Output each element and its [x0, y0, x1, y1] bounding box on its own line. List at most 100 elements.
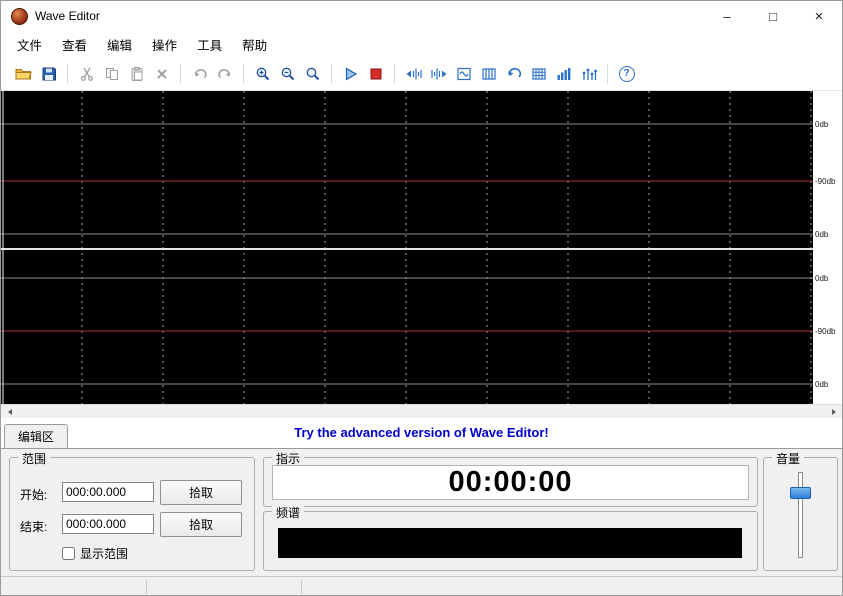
selection-start-button[interactable] [401, 62, 426, 86]
close-button[interactable]: × [796, 1, 842, 31]
zoom-reset-button[interactable] [300, 62, 325, 86]
undo-button[interactable] [187, 62, 212, 86]
grid-button[interactable] [526, 62, 551, 86]
minimize-button[interactable]: – [704, 1, 750, 31]
start-time-input[interactable] [62, 482, 154, 502]
waveform-display[interactable] [1, 91, 813, 404]
tabstrip: 编辑区 Try the advanced version of Wave Edi… [1, 418, 842, 448]
open-folder-icon [15, 66, 32, 82]
scroll-right-button[interactable] [826, 405, 841, 418]
help-icon: ? [619, 66, 635, 82]
toolbar-separator [180, 64, 181, 84]
db-label: -90db [815, 177, 835, 186]
play-button[interactable] [338, 62, 363, 86]
db-scale-column: 0db -90db 0db 0db -90db 0db [813, 91, 843, 404]
show-range-row: 显示范围 [62, 545, 128, 562]
toolbar-separator [394, 64, 395, 84]
volume-group: 音量 [763, 457, 838, 571]
waveform-grid [1, 91, 813, 404]
statusbar-separator [146, 580, 147, 594]
app-logo-icon [11, 8, 28, 25]
horizontal-scrollbar[interactable] [1, 404, 842, 418]
time-value: 00:00:00 [448, 466, 572, 499]
show-range-checkbox[interactable] [62, 547, 75, 560]
cut-button[interactable] [74, 62, 99, 86]
spectrum-group: 频谱 [263, 511, 758, 571]
selection-end-icon [430, 66, 448, 82]
undo-icon [192, 66, 208, 82]
zoom-in-button[interactable] [250, 62, 275, 86]
cut-icon [79, 66, 95, 82]
help-button[interactable]: ? [614, 62, 639, 86]
volume-slider-thumb[interactable] [790, 487, 811, 499]
comb-filter-button[interactable] [476, 62, 501, 86]
scroll-left-icon [8, 409, 12, 415]
zoom-out-button[interactable] [275, 62, 300, 86]
window-controls: – □ × [704, 1, 842, 31]
menu-help[interactable]: 帮助 [232, 32, 277, 57]
grid-icon [531, 66, 547, 82]
copy-icon [104, 66, 120, 82]
redo-button[interactable] [212, 62, 237, 86]
stem-chart-button[interactable] [576, 62, 601, 86]
db-label: 0db [815, 120, 828, 129]
stem-chart-icon [581, 66, 597, 82]
range-group-title: 范围 [18, 450, 50, 467]
edit-wave-icon [456, 66, 472, 82]
zoom-reset-icon [305, 66, 321, 82]
scroll-right-icon [832, 409, 836, 415]
toolbar-separator [331, 64, 332, 84]
maximize-button[interactable]: □ [750, 1, 796, 31]
zoom-out-icon [280, 66, 296, 82]
db-label: -90db [815, 327, 835, 336]
bar-chart-button[interactable] [551, 62, 576, 86]
selection-end-button[interactable] [426, 62, 451, 86]
db-label: 0db [815, 274, 828, 283]
window-title: Wave Editor [35, 9, 100, 23]
selection-start-icon [405, 66, 423, 82]
save-icon [41, 66, 57, 82]
menu-edit[interactable]: 编辑 [97, 32, 142, 57]
copy-button[interactable] [99, 62, 124, 86]
spectrum-group-title: 频谱 [272, 504, 304, 521]
db-label: 0db [815, 230, 828, 239]
time-display: 00:00:00 [272, 465, 749, 500]
end-time-input[interactable] [62, 514, 154, 534]
menubar: 文件 查看 编辑 操作 工具 帮助 [1, 31, 842, 57]
toolbar: ? [1, 57, 842, 91]
start-label: 开始: [20, 486, 47, 503]
titlebar: Wave Editor – □ × [1, 1, 842, 31]
pick-start-button[interactable]: 拾取 [160, 480, 242, 505]
volume-group-title: 音量 [772, 450, 804, 467]
delete-button[interactable] [149, 62, 174, 86]
statusbar-separator [301, 580, 302, 594]
scroll-left-button[interactable] [2, 405, 17, 418]
open-button[interactable] [11, 62, 36, 86]
save-button[interactable] [36, 62, 61, 86]
bar-chart-icon [556, 66, 572, 82]
advanced-version-banner[interactable]: Try the advanced version of Wave Editor! [1, 425, 842, 440]
revert-icon [506, 66, 522, 82]
volume-slider[interactable] [798, 472, 803, 558]
stop-button[interactable] [363, 62, 388, 86]
comb-filter-icon [481, 66, 497, 82]
db-label: 0db [815, 380, 828, 389]
range-group: 范围 开始: 拾取 结束: 拾取 显示范围 [9, 457, 255, 571]
menu-operate[interactable]: 操作 [142, 32, 187, 57]
revert-button[interactable] [501, 62, 526, 86]
paste-icon [129, 66, 145, 82]
play-icon [343, 66, 359, 82]
pick-end-button[interactable]: 拾取 [160, 512, 242, 537]
menu-file[interactable]: 文件 [7, 32, 52, 57]
toolbar-separator [243, 64, 244, 84]
statusbar [1, 576, 842, 596]
toolbar-separator [67, 64, 68, 84]
paste-button[interactable] [124, 62, 149, 86]
show-range-label: 显示范围 [80, 545, 128, 562]
indicator-group: 指示 00:00:00 [263, 457, 758, 507]
stop-icon [368, 66, 384, 82]
edit-wave-button[interactable] [451, 62, 476, 86]
menu-tools[interactable]: 工具 [187, 32, 232, 57]
redo-icon [217, 66, 233, 82]
menu-view[interactable]: 查看 [52, 32, 97, 57]
